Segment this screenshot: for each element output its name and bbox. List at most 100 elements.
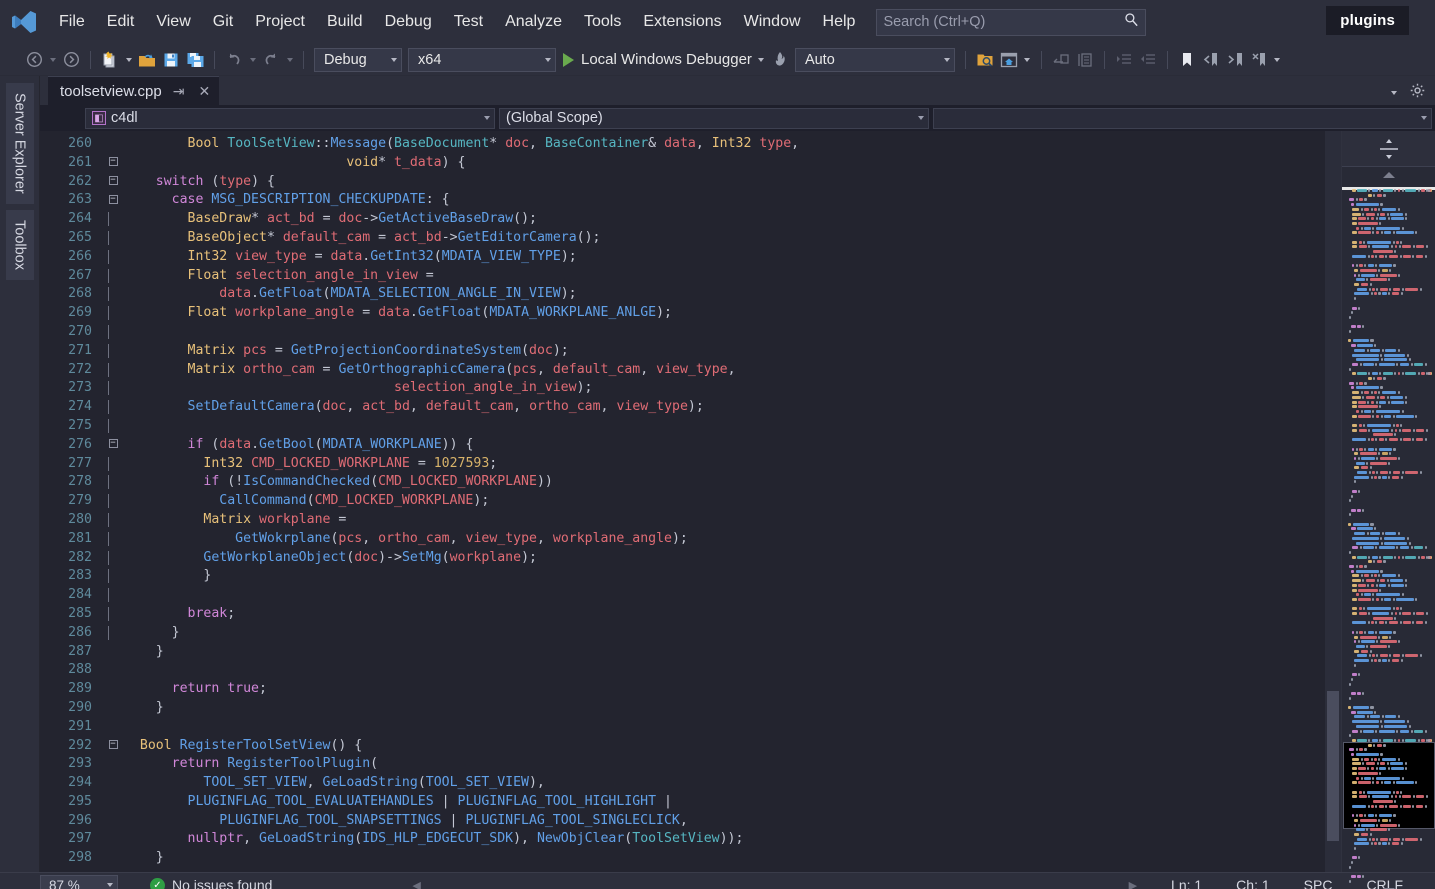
fold-toggle[interactable]: − <box>108 740 118 749</box>
toolbar-overflow-icon[interactable] <box>1271 48 1284 72</box>
minimap-scroll-down-button[interactable] <box>1342 883 1435 889</box>
solution-explorer-dropdown-icon[interactable] <box>1021 48 1034 72</box>
comment-icon[interactable] <box>1049 48 1073 72</box>
redo-dropdown-icon[interactable] <box>283 48 296 72</box>
arrow-back-icon[interactable] <box>22 48 46 72</box>
menu-git[interactable]: Git <box>202 8 244 36</box>
fold-gutter[interactable] <box>102 793 124 812</box>
search-icon[interactable] <box>1124 12 1139 32</box>
fold-gutter[interactable] <box>102 755 124 774</box>
fold-gutter[interactable] <box>102 473 124 492</box>
indentation-indicator[interactable]: SPC <box>1304 877 1333 889</box>
fold-gutter[interactable]: − <box>102 191 124 210</box>
status-scroll-left-icon[interactable]: ◀ <box>412 879 420 889</box>
fold-gutter[interactable] <box>102 718 124 737</box>
fold-gutter[interactable] <box>102 586 124 605</box>
navigate-back-dropdown-icon[interactable] <box>46 48 59 72</box>
code-minimap[interactable] <box>1341 131 1435 889</box>
menu-file[interactable]: File <box>48 8 96 36</box>
tab-overflow-icon[interactable] <box>1387 81 1400 105</box>
gear-icon[interactable] <box>1410 83 1425 103</box>
fold-gutter[interactable] <box>102 267 124 286</box>
fold-gutter[interactable]: − <box>102 436 124 455</box>
fold-gutter[interactable] <box>102 624 124 643</box>
start-debug-label[interactable]: Local Windows Debugger <box>581 51 755 68</box>
new-file-icon[interactable] <box>98 48 122 72</box>
fold-toggle[interactable]: − <box>108 194 118 204</box>
start-debug-play-icon[interactable] <box>563 52 574 67</box>
fold-gutter[interactable] <box>102 323 124 342</box>
fold-gutter[interactable] <box>102 549 124 568</box>
vertical-scrollbar[interactable] <box>1325 131 1341 872</box>
menu-view[interactable]: View <box>145 8 201 36</box>
solution-platform-combo[interactable]: x64 <box>408 47 556 72</box>
outdent-icon[interactable] <box>1136 48 1160 72</box>
menu-tools[interactable]: Tools <box>573 8 632 36</box>
fold-gutter[interactable] <box>102 304 124 323</box>
fold-gutter[interactable] <box>102 511 124 530</box>
plugins-button[interactable]: plugins <box>1326 6 1409 35</box>
sidebar-item-toolbox[interactable]: Toolbox <box>4 208 35 281</box>
fold-toggle[interactable]: − <box>108 176 118 186</box>
menu-edit[interactable]: Edit <box>96 8 146 36</box>
fold-gutter[interactable] <box>102 492 124 511</box>
sidebar-item-server-explorer[interactable]: Server Explorer <box>4 82 35 205</box>
fold-gutter[interactable] <box>102 417 124 436</box>
find-in-files-icon[interactable] <box>973 48 997 72</box>
status-scroll-right-icon[interactable]: ▶ <box>1129 879 1137 889</box>
menu-extensions[interactable]: Extensions <box>632 8 732 36</box>
fold-gutter[interactable] <box>102 680 124 699</box>
menu-project[interactable]: Project <box>244 8 316 36</box>
indent-icon[interactable] <box>1112 48 1136 72</box>
fold-gutter[interactable]: − <box>102 737 124 756</box>
fold-toggle[interactable]: − <box>108 439 118 449</box>
fold-gutter[interactable] <box>102 379 124 398</box>
clear-bookmarks-icon[interactable] <box>1247 48 1271 72</box>
fold-gutter[interactable] <box>102 643 124 662</box>
document-tab-toolsetview[interactable]: toolsetview.cpp ⇥ ✕ <box>48 76 220 105</box>
source-code[interactable]: 260 Bool ToolSetView::Message(BaseDocume… <box>40 131 1325 868</box>
minimap-canvas[interactable] <box>1342 183 1435 883</box>
start-debug-dropdown-icon[interactable] <box>755 48 768 72</box>
fold-gutter[interactable] <box>102 361 124 380</box>
fold-gutter[interactable] <box>102 248 124 267</box>
menu-window[interactable]: Window <box>733 8 812 36</box>
undo-icon[interactable] <box>222 48 246 72</box>
issues-status[interactable]: ✓ No issues found <box>150 877 272 889</box>
fold-gutter[interactable]: − <box>102 173 124 192</box>
undo-dropdown-icon[interactable] <box>246 48 259 72</box>
fold-gutter[interactable] <box>102 699 124 718</box>
menu-help[interactable]: Help <box>812 8 867 36</box>
navbar-project-combo[interactable]: ◧ c4dl <box>85 107 495 129</box>
fold-toggle[interactable]: − <box>108 157 118 167</box>
fold-gutter[interactable] <box>102 135 124 154</box>
navbar-member-combo[interactable] <box>933 107 1432 129</box>
previous-bookmark-icon[interactable] <box>1199 48 1223 72</box>
code-text-area[interactable]: 260 Bool ToolSetView::Message(BaseDocume… <box>40 131 1325 872</box>
fold-gutter[interactable] <box>102 455 124 474</box>
search-input[interactable]: Search (Ctrl+Q) <box>876 8 1147 36</box>
fold-gutter[interactable] <box>102 229 124 248</box>
minimap-scroll-up-button[interactable] <box>1342 167 1435 183</box>
fold-gutter[interactable] <box>102 530 124 549</box>
debug-process-combo[interactable]: Auto <box>794 47 955 72</box>
scrollbar-thumb[interactable] <box>1327 691 1339 841</box>
close-icon[interactable]: ✕ <box>195 83 213 100</box>
fold-gutter[interactable] <box>102 398 124 417</box>
bookmark-icon[interactable] <box>1175 48 1199 72</box>
fold-gutter[interactable] <box>102 661 124 680</box>
fold-gutter[interactable] <box>102 830 124 849</box>
uncomment-icon[interactable] <box>1073 48 1097 72</box>
menu-debug[interactable]: Debug <box>374 8 443 36</box>
pin-icon[interactable]: ⇥ <box>170 83 188 100</box>
fold-gutter[interactable] <box>102 342 124 361</box>
redo-icon[interactable] <box>259 48 283 72</box>
next-bookmark-icon[interactable] <box>1223 48 1247 72</box>
save-icon[interactable] <box>159 48 183 72</box>
fold-gutter[interactable] <box>102 774 124 793</box>
solution-explorer-icon[interactable] <box>997 48 1021 72</box>
arrow-forward-icon[interactable] <box>59 48 83 72</box>
menu-analyze[interactable]: Analyze <box>494 8 573 36</box>
split-editor-button[interactable] <box>1342 131 1435 167</box>
menu-test[interactable]: Test <box>443 8 494 36</box>
